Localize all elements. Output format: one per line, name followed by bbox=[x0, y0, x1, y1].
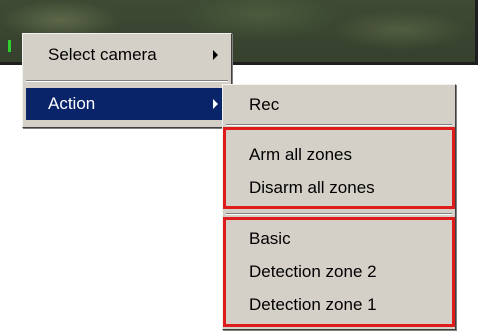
menu-item-action[interactable]: Action bbox=[26, 88, 228, 120]
menu-separator bbox=[226, 213, 452, 215]
menu-separator bbox=[226, 124, 452, 126]
menu-item-rec[interactable]: Rec bbox=[223, 89, 455, 121]
submenu-arrow-icon bbox=[213, 50, 218, 60]
menu-item-label: Action bbox=[48, 94, 96, 113]
menu-item-label: Select camera bbox=[48, 45, 157, 64]
action-submenu: Rec Arm all zones Disarm all zones Basic… bbox=[222, 84, 456, 330]
highlight-box-detection-zones bbox=[223, 217, 455, 327]
menu-item-label: Rec bbox=[249, 95, 280, 114]
context-menu: Select camera Action bbox=[22, 33, 232, 128]
highlight-box-arm-zones bbox=[223, 127, 455, 209]
submenu-arrow-icon bbox=[213, 99, 218, 109]
menu-item-select-camera[interactable]: Select camera bbox=[26, 37, 228, 73]
video-indicator bbox=[8, 40, 11, 52]
menu-separator bbox=[26, 80, 228, 82]
